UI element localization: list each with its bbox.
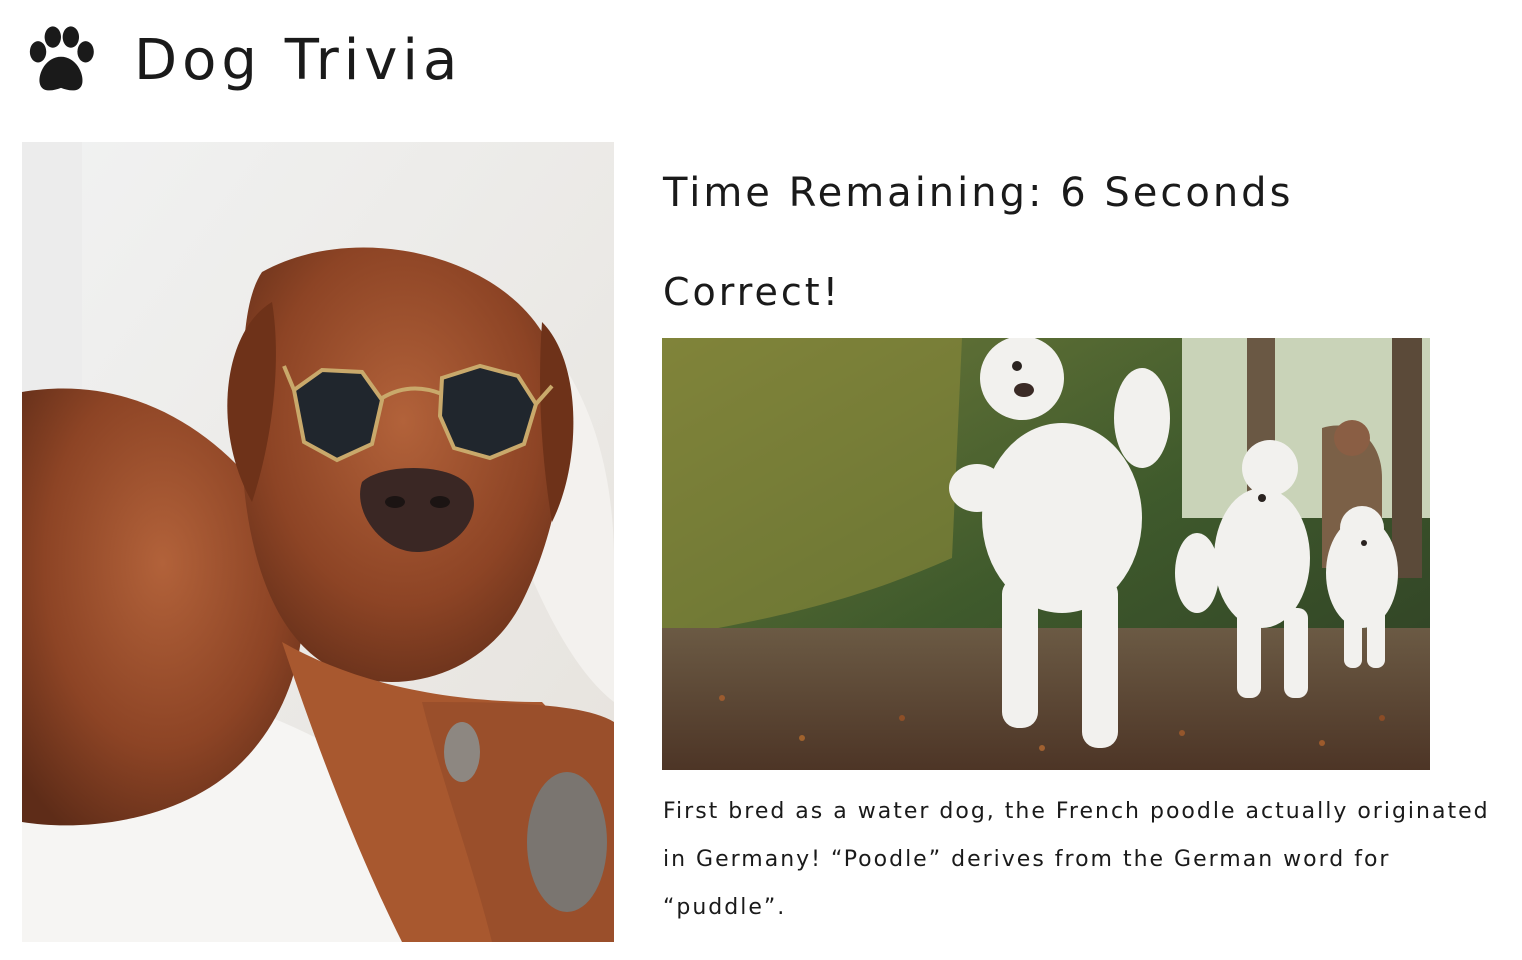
poodles-running-image bbox=[662, 338, 1430, 770]
answer-fact-text: First bred as a water dog, the French po… bbox=[663, 799, 1490, 920]
page-title: Dog Trivia bbox=[134, 27, 463, 93]
time-remaining-text: Time Remaining: 6 Seconds bbox=[663, 170, 1294, 216]
app-header: Dog Trivia bbox=[20, 10, 462, 110]
answer-result-text: Correct! bbox=[663, 270, 841, 314]
dog-with-sunglasses-image bbox=[22, 142, 614, 942]
paw-icon bbox=[29, 26, 94, 91]
